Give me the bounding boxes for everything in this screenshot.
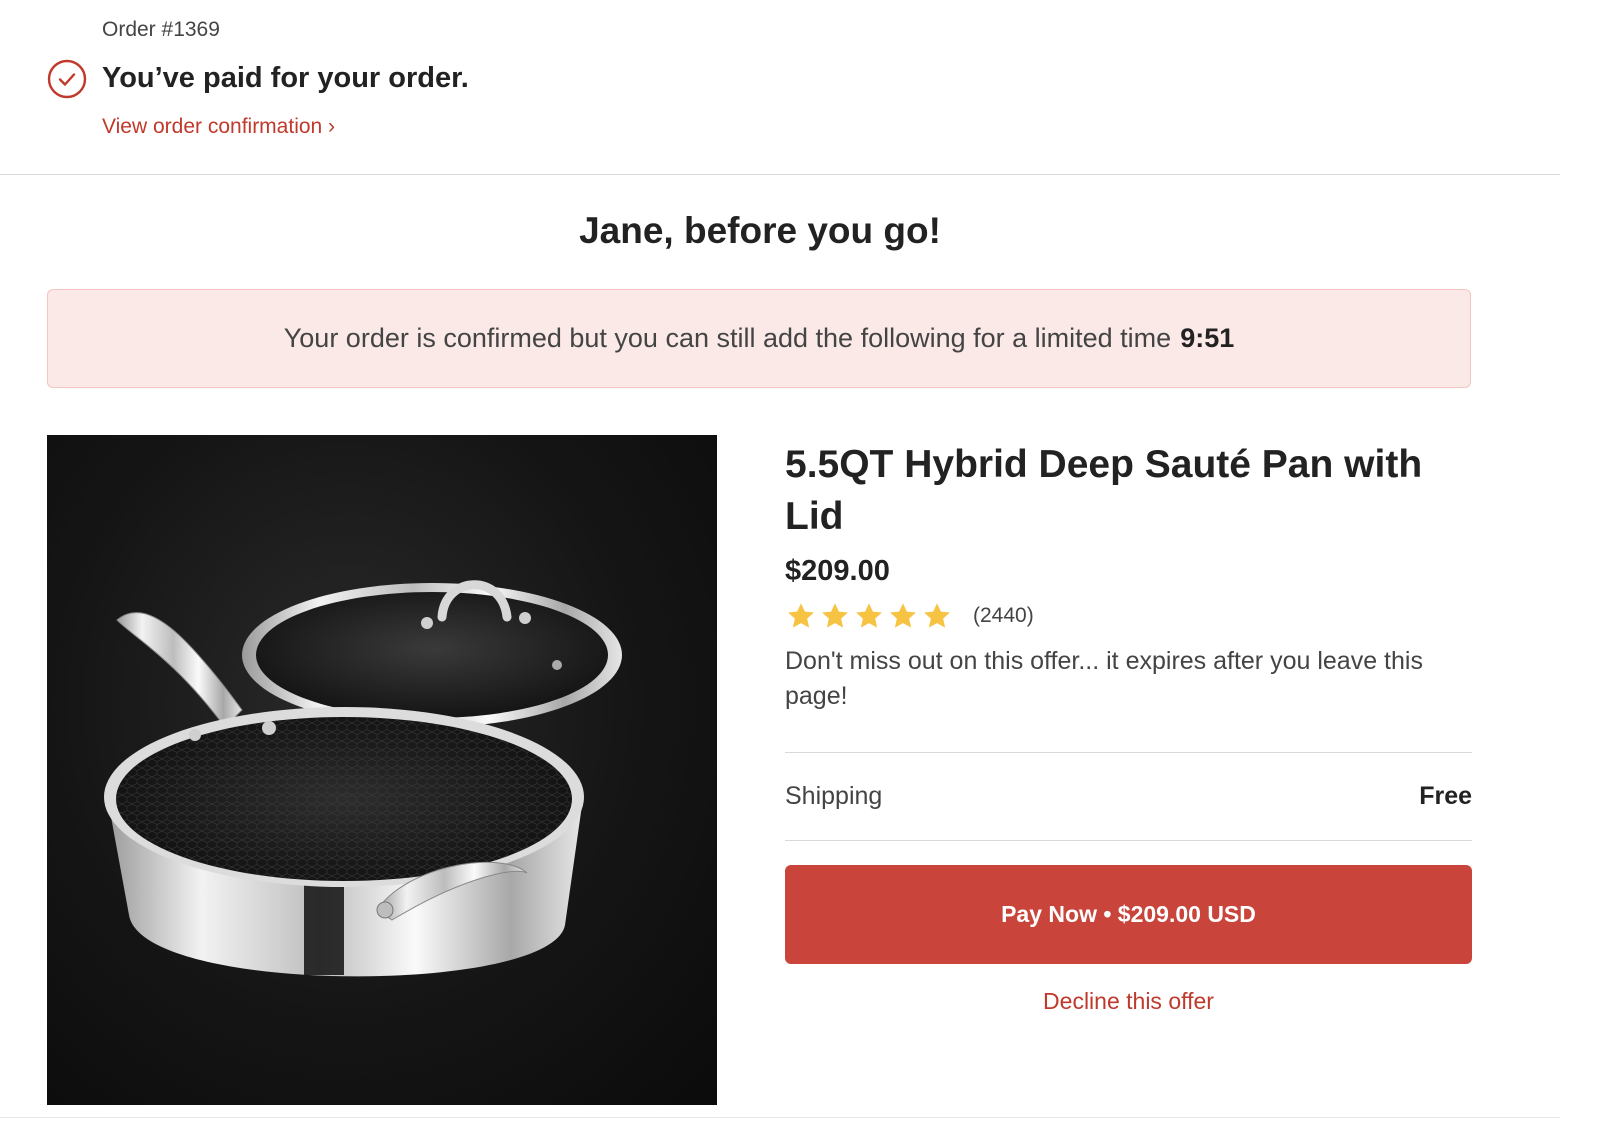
product-rating: (2440) [785,600,1472,632]
product-details: 5.5QT Hybrid Deep Sauté Pan with Lid $20… [785,435,1472,1015]
product-title: 5.5QT Hybrid Deep Sauté Pan with Lid [785,443,1423,538]
view-order-confirmation-link[interactable]: View order confirmation › [102,115,335,139]
product-price: $209.00 [785,555,890,587]
order-header: Order #1369 You’ve paid for your order. … [0,0,1560,175]
star-icon [890,603,916,628]
star-icon [924,603,950,628]
bottom-divider [0,1117,1560,1118]
order-number: Order #1369 [102,18,220,41]
review-count: (2440) [973,604,1034,627]
pay-now-button[interactable]: Pay Now • $209.00 USD [785,865,1472,964]
star-icon [856,603,882,628]
decline-offer-link[interactable]: Decline this offer [785,988,1472,1015]
upsell-page: Order #1369 You’ve paid for your order. … [0,0,1600,1130]
shipping-row: Shipping Free [785,752,1472,841]
shipping-label: Shipping [785,782,883,810]
star-icon [822,603,848,628]
order-status-title: You’ve paid for your order. [102,62,469,94]
star-icon [788,603,814,628]
shipping-value: Free [1419,782,1472,810]
countdown-timer: 9:51 [1180,323,1235,353]
banner-text: Your order is confirmed but you can stil… [283,323,1172,353]
saute-pan-illustration [104,580,622,977]
page-title: Jane, before you go! [579,210,941,251]
offer-note: Don't miss out on this offer... it expir… [785,647,1423,710]
limited-time-banner: Your order is confirmed but you can stil… [47,289,1471,388]
star-rating [785,600,953,632]
product-image [47,435,717,1105]
check-circle-icon [47,59,87,99]
